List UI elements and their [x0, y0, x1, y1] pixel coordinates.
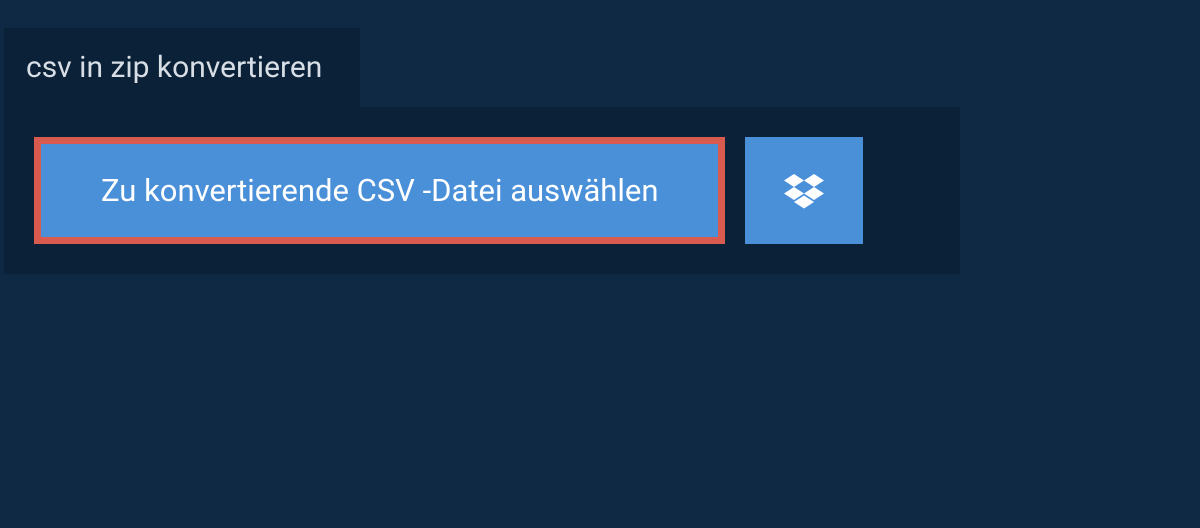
- button-row: Zu konvertierende CSV -Datei auswählen: [34, 137, 934, 244]
- select-file-label: Zu konvertierende CSV -Datei auswählen: [101, 172, 658, 209]
- tab-csv-to-zip[interactable]: csv in zip konvertieren: [4, 28, 360, 107]
- select-file-button[interactable]: Zu konvertierende CSV -Datei auswählen: [34, 137, 725, 244]
- tab-bar: csv in zip konvertieren: [4, 28, 1200, 107]
- dropbox-button[interactable]: [745, 137, 863, 244]
- tab-title: csv in zip konvertieren: [26, 50, 322, 85]
- dropbox-icon: [784, 171, 824, 211]
- converter-panel: Zu konvertierende CSV -Datei auswählen: [4, 107, 960, 274]
